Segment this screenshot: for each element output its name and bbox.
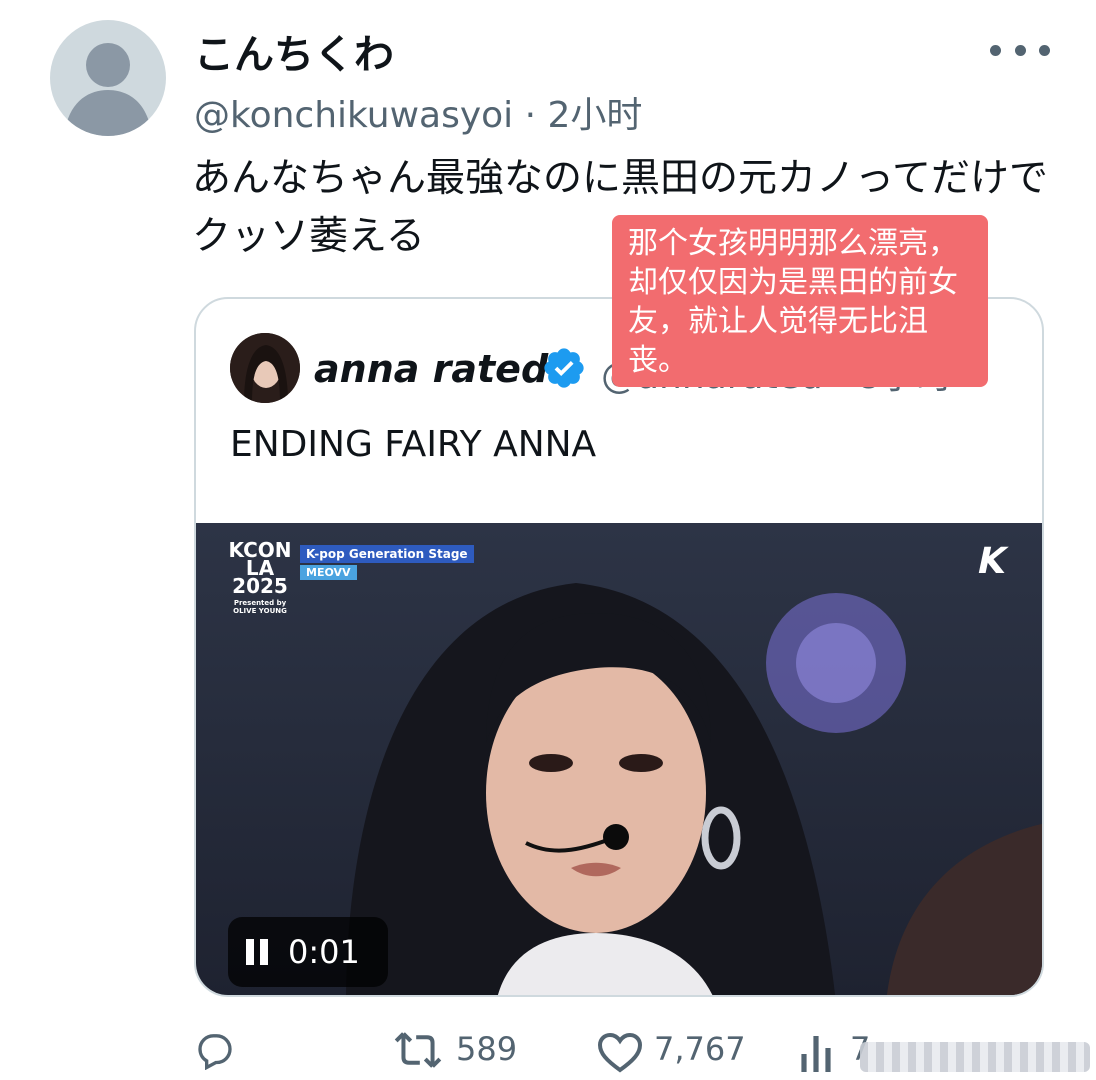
kcon-logo: KCON LA 2025 Presented by OLIVE YOUNG (228, 538, 292, 615)
more-options-button[interactable] (990, 30, 1050, 70)
video-time: 0:01 (288, 933, 360, 971)
retweet-button[interactable]: 589 (390, 1030, 517, 1070)
author-avatar[interactable] (50, 20, 166, 136)
quoted-tweet-card[interactable]: anna rated @annarated · 8小时 ENDING FAIRY… (194, 297, 1044, 997)
reply-icon (198, 1034, 232, 1070)
verified-badge-icon (544, 348, 584, 388)
heart-icon (597, 1032, 643, 1073)
image-watermark (860, 1042, 1090, 1072)
pause-icon[interactable] (246, 939, 268, 965)
tweet-timestamp[interactable]: 2小时 (548, 95, 643, 136)
more-horizontal-icon (990, 44, 1001, 56)
quoted-tweet-text: ENDING FAIRY ANNA (230, 424, 597, 465)
retweet-icon (394, 1032, 442, 1068)
quoted-avatar-photo (230, 333, 300, 403)
author-display-name[interactable]: こんちくわ (194, 22, 394, 80)
author-handle[interactable]: @konchikuwasyoi (194, 95, 513, 136)
stage-label: K-pop Generation Stage (300, 545, 474, 563)
like-button[interactable]: 7,767 (596, 1030, 746, 1074)
stage-sublabel: MEOVV (300, 565, 357, 580)
video-controls[interactable]: 0:01 (228, 917, 388, 987)
views-icon (801, 1036, 831, 1072)
video-player[interactable]: KCON LA 2025 Presented by OLIVE YOUNG K-… (196, 523, 1042, 995)
translation-annotation: 那个女孩明明那么漂亮，却仅仅因为是黑田的前女友，就让人觉得无比沮丧。 (612, 215, 988, 387)
quoted-author-avatar[interactable] (230, 333, 300, 403)
default-avatar-icon (64, 43, 152, 136)
like-count: 7,767 (654, 1030, 746, 1068)
author-meta: @konchikuwasyoi · 2小时 (194, 86, 642, 138)
retweet-count: 589 (456, 1030, 518, 1068)
quoted-author-display-name[interactable]: anna rated (314, 347, 548, 391)
reply-button[interactable] (192, 1030, 238, 1070)
meta-separator: · (524, 95, 548, 136)
